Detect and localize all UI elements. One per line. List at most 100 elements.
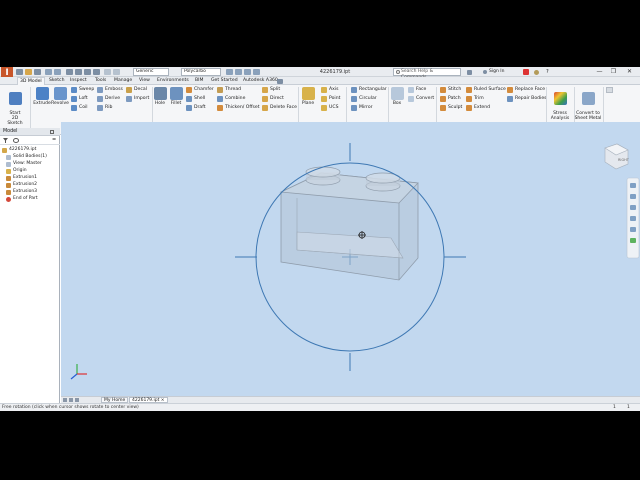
sculpt-button[interactable]: Sculpt [440,104,462,112]
chamfer-button[interactable]: Chamfer [186,86,214,94]
tab-environments[interactable]: Environments [157,77,189,85]
ucs-button[interactable]: UCS [321,104,339,112]
combine-button[interactable]: Combine [217,95,245,103]
emboss-button[interactable]: Emboss [97,86,123,94]
tree-item-part[interactable]: 4226179.ipt [2,147,36,153]
help-search-input[interactable]: Search Help & Commands... [393,68,461,80]
trim-button[interactable]: Trim [466,95,484,103]
stitch-button[interactable]: Stitch [440,86,461,94]
decal-button[interactable]: Decal [126,86,147,94]
model-canvas[interactable]: RIGHT [61,122,640,396]
help-button[interactable]: ? [546,67,549,77]
undo-icon[interactable] [45,69,52,75]
plane-button[interactable]: Plane [298,87,318,106]
extend-button[interactable]: Extend [466,104,490,112]
loft-button[interactable]: Loft [71,95,88,103]
stress-analysis-button[interactable]: Stress Analysis [547,87,573,121]
brick-model[interactable] [279,166,419,281]
tab-scroll-left-icon[interactable] [63,398,67,402]
revolve-button[interactable]: Revolve [49,87,71,106]
convert-button[interactable]: Convert [408,95,434,103]
fx-icon[interactable] [244,69,251,75]
start-2d-sketch-button[interactable]: Start 2D Sketch [4,87,26,126]
save-icon[interactable] [34,69,41,75]
import-button[interactable]: Import [126,95,149,103]
patch-button[interactable]: Patch [440,95,461,103]
tree-item-view[interactable]: View: Master [6,161,42,167]
face-button[interactable]: Face [408,86,426,94]
maximize-button[interactable]: ❐ [608,67,619,77]
convert-to-sheet-metal-button[interactable]: Convert to Sheet Metal [574,87,602,121]
tab-get-started[interactable]: Get Started [211,77,238,85]
repair-bodies-button[interactable]: Repair Bodies [507,95,547,103]
sweep-button[interactable]: Sweep [71,86,94,94]
graphics-viewport[interactable]: RIGHT [61,122,640,396]
tree-item-extrusion3[interactable]: Extrusion3 [6,189,37,195]
redo-icon[interactable] [54,69,61,75]
clear-override-icon[interactable] [226,69,233,75]
tab-sketch[interactable]: Sketch [49,77,64,85]
return-icon[interactable] [75,69,82,75]
binoculars-icon[interactable] [467,70,472,75]
close-button[interactable]: ✕ [624,67,635,77]
autodesk-a360-icon[interactable] [523,69,529,75]
replace-face-button[interactable]: Replace Face [507,86,545,94]
shell-button[interactable]: Shell [186,95,205,103]
delete-face-button[interactable]: Delete Face [262,104,297,112]
binoculars-icon[interactable] [13,138,19,143]
draft-label: Draft [194,105,206,110]
tree-item-origin[interactable]: Origin [6,168,27,174]
circular-pattern-button[interactable]: Circular [351,95,377,103]
new-file-icon[interactable] [16,69,23,75]
direct-button[interactable]: Direct [262,95,284,103]
tab-view[interactable]: View [139,77,150,85]
tab-inspect[interactable]: Inspect [70,77,87,85]
minimize-button[interactable]: — [594,67,605,77]
tree-item-end-of-part[interactable]: End of Part [6,196,38,202]
emboss-label: Emboss [105,87,123,92]
tab-bim[interactable]: BIM [195,77,203,85]
update-icon[interactable] [84,69,91,75]
filter-icon[interactable] [3,138,8,143]
loft-icon [71,96,77,102]
appearance-icon[interactable] [113,69,120,75]
draft-button[interactable]: Draft [186,104,206,112]
split-button[interactable]: Split [262,86,280,94]
point-button[interactable]: Point [321,95,340,103]
axis-button[interactable]: Axis [321,86,339,94]
help-circle-icon[interactable] [534,70,539,75]
appearance-dropdown[interactable]: Generic [133,68,169,76]
derive-button[interactable]: Derive [97,95,120,103]
open-folder-icon[interactable] [25,69,32,75]
ruled-surface-button[interactable]: Ruled Surface [466,86,506,94]
tab-scroll-right-icon[interactable] [69,398,73,402]
browser-expand-icon[interactable]: = [52,138,57,143]
coil-button[interactable]: Coil [71,104,88,112]
mirror-button[interactable]: Mirror [351,104,373,112]
tree-item-solid-bodies[interactable]: Solid Bodies(1) [6,154,47,160]
thread-button[interactable]: Thread [217,86,241,94]
tab-manage[interactable]: Manage [114,77,132,85]
freeform-box-button[interactable]: Box [388,87,406,106]
fillet-button[interactable]: Fillet [167,87,185,106]
adjust-icon[interactable] [235,69,242,75]
tab-tools[interactable]: Tools [95,77,106,85]
select-icon[interactable] [93,69,100,75]
panel-options-icon[interactable] [606,87,613,93]
tree-item-extrusion2[interactable]: Extrusion2 [6,182,37,188]
customize-qat-icon[interactable] [253,69,260,75]
navigation-bar[interactable] [626,177,640,259]
tree-item-extrusion1[interactable]: Extrusion1 [6,175,37,181]
tab-3d-model[interactable]: 3D Model [17,77,45,85]
browser-menu-icon[interactable] [50,130,54,134]
rectangular-pattern-button[interactable]: Rectangular [351,86,387,94]
tab-menu-icon[interactable] [75,398,79,402]
rib-button[interactable]: Rib [97,104,112,112]
home-icon[interactable] [66,69,73,75]
material-sphere-icon[interactable] [104,69,111,75]
thicken-offset-button[interactable]: Thicken/ Offset [217,104,260,112]
view-cube[interactable]: RIGHT [604,143,630,170]
tab-autodesk-a360[interactable]: Autodesk A360 [243,77,278,85]
ribbon-options-icon[interactable] [277,79,283,84]
material-dropdown[interactable]: Polycarbo [181,68,221,76]
